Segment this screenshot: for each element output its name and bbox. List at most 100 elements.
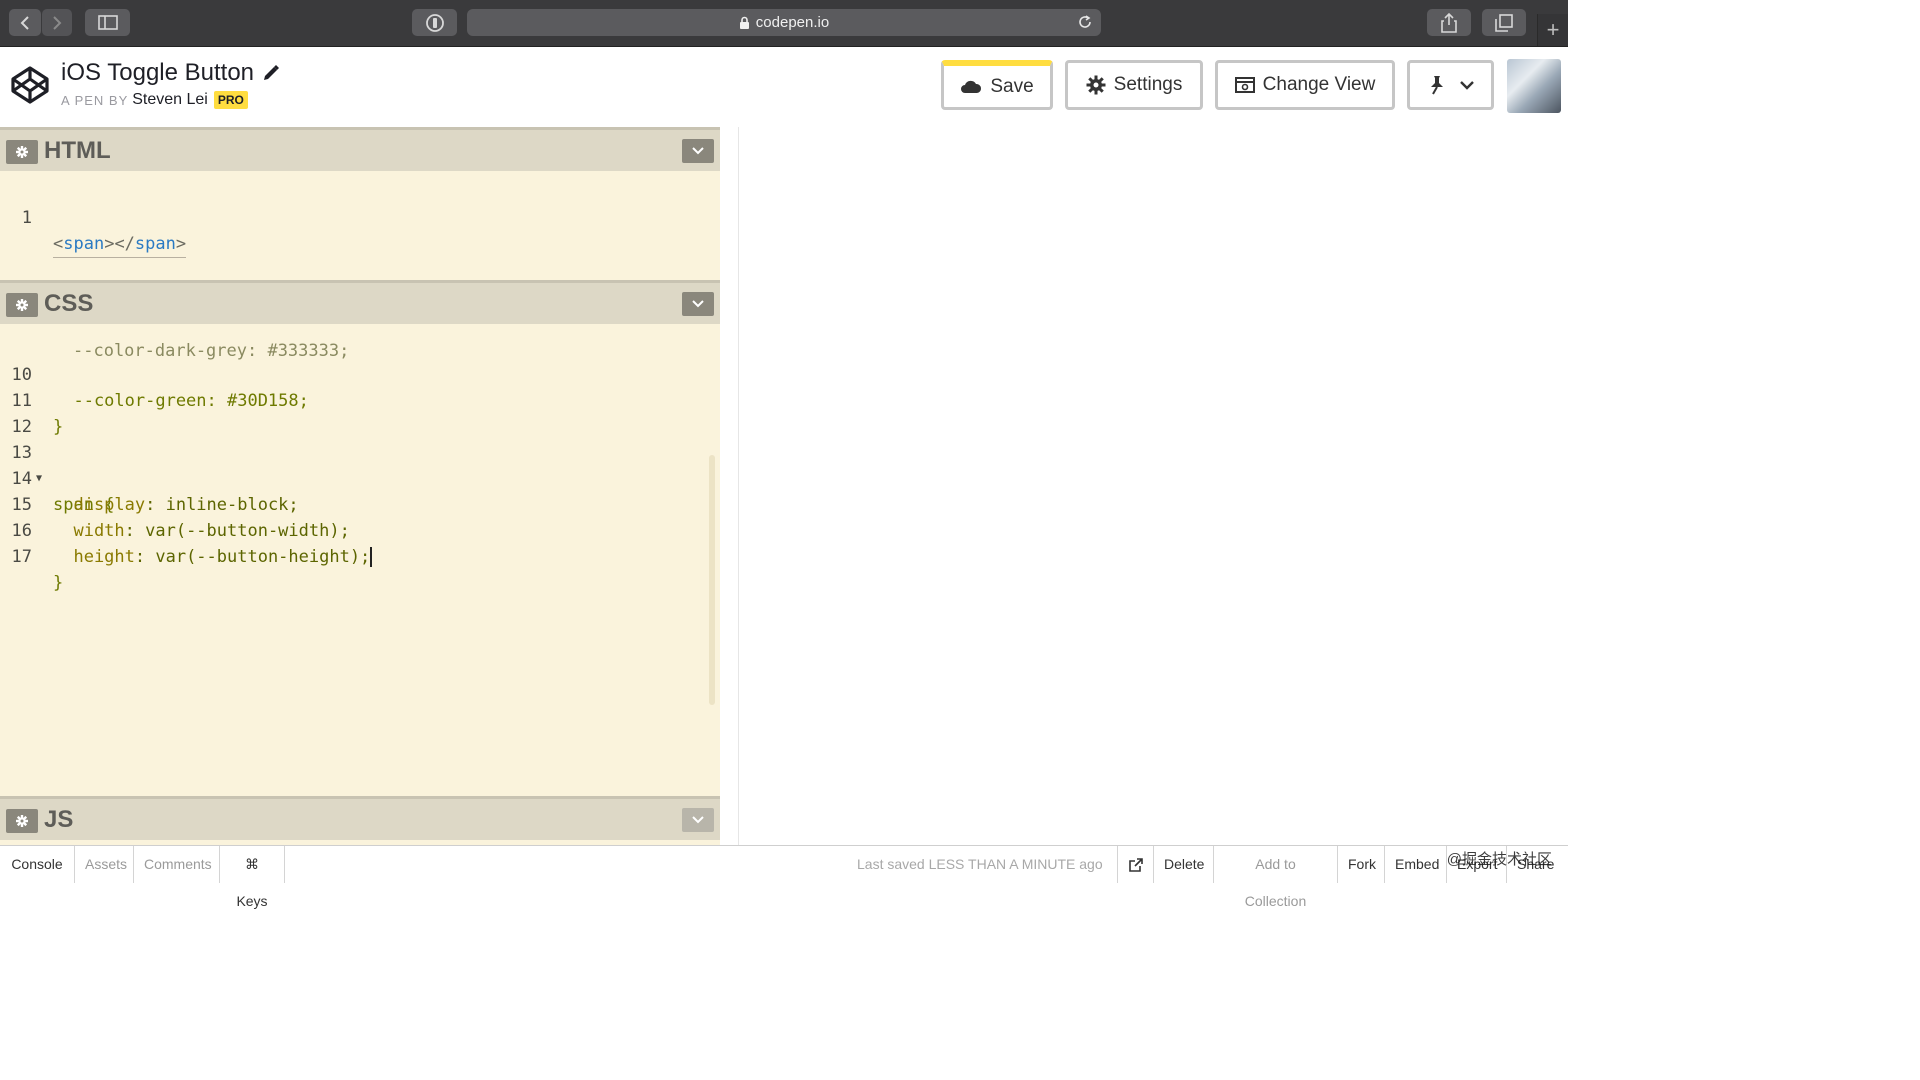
- code-text: <span></span>: [53, 231, 187, 258]
- share-button[interactable]: [1427, 9, 1471, 36]
- change-view-label: Change View: [1262, 74, 1376, 95]
- css-editor-title: CSS: [44, 290, 94, 317]
- console-button[interactable]: Console: [0, 846, 75, 883]
- add-to-collection-button[interactable]: Add to Collection: [1214, 846, 1338, 909]
- keys-button[interactable]: ⌘ Keys: [220, 846, 285, 909]
- gear-icon: [16, 815, 28, 827]
- gear-icon: [16, 146, 28, 158]
- text-cursor: [370, 547, 373, 567]
- tag-bracket: ></: [104, 234, 135, 254]
- code-text: width: var(--button-width);: [53, 518, 350, 544]
- css-code-area[interactable]: --color-dark-grey: #333333; 10 --color-g…: [0, 324, 720, 794]
- author-link[interactable]: Steven Lei: [132, 91, 208, 109]
- html-editor-title: HTML: [44, 137, 111, 164]
- css-value: : inline-block;: [145, 495, 299, 515]
- pin-dropdown-button[interactable]: [1407, 60, 1494, 110]
- code-text: height: var(--button-height);: [53, 544, 373, 570]
- html-editor-header: HTML: [0, 127, 720, 171]
- html-code-area[interactable]: 1 <span></span>: [0, 179, 720, 279]
- tabs-icon: [1495, 13, 1513, 32]
- html-settings-button[interactable]: [6, 140, 38, 164]
- pen-title[interactable]: iOS Toggle Button: [61, 59, 280, 87]
- open-external-button[interactable]: [1117, 846, 1154, 883]
- preview-pane[interactable]: [739, 127, 1568, 845]
- delete-button[interactable]: Delete: [1154, 846, 1214, 883]
- css-scrollbar[interactable]: [709, 455, 715, 705]
- pin-icon: [1430, 76, 1443, 95]
- code-text: display: inline-block;: [53, 492, 299, 518]
- url-text: codepen.io: [755, 14, 830, 31]
- forward-button[interactable]: [42, 9, 72, 36]
- gear-icon: [1086, 75, 1106, 95]
- user-avatar[interactable]: [1507, 59, 1561, 113]
- pro-badge: PRO: [213, 91, 248, 109]
- code-text: --color-green: #30D158;: [53, 391, 309, 411]
- css-property: height: [53, 547, 135, 567]
- chevron-down-icon: [1459, 81, 1474, 90]
- line-number: 1: [21, 208, 32, 228]
- password-icon: [425, 13, 444, 32]
- css-property: width: [53, 521, 125, 541]
- chevron-down-icon: [692, 816, 704, 824]
- address-bar[interactable]: codepen.io: [467, 9, 1101, 36]
- change-view-button[interactable]: Change View: [1215, 60, 1395, 110]
- code-line: 12: [0, 388, 61, 437]
- css-settings-button[interactable]: [6, 293, 38, 317]
- code-line: 15 width: var(--button-width);: [0, 466, 350, 541]
- footer-bar: Console Assets Comments ⌘ Keys Last save…: [0, 845, 1568, 909]
- css-editor-header: CSS: [0, 280, 720, 324]
- pen-header: iOS Toggle Button A PEN BY Steven Lei PR…: [0, 47, 1568, 127]
- editor-column: HTML 1 <span></span> CSS --color-dark-gr…: [0, 127, 720, 845]
- html-collapse-button[interactable]: [682, 139, 714, 163]
- save-button[interactable]: Save: [941, 60, 1053, 110]
- code-text: --color-dark-grey: #333333;: [73, 341, 350, 361]
- save-label: Save: [990, 75, 1034, 97]
- watermark-text: @掘金技术社区: [1446, 851, 1552, 868]
- layout-icon: [1234, 77, 1255, 93]
- pen-byline: A PEN BY Steven Lei PRO: [61, 91, 248, 109]
- settings-button[interactable]: Settings: [1065, 60, 1203, 110]
- tag-name: span: [63, 234, 105, 254]
- pen-by-label: A PEN BY: [61, 92, 129, 108]
- embed-button[interactable]: Embed: [1385, 846, 1447, 883]
- code-line: 1 <span></span>: [0, 179, 187, 258]
- js-collapse-button[interactable]: [682, 808, 714, 832]
- preview-resizer[interactable]: [720, 127, 739, 845]
- chevron-down-icon: [692, 300, 704, 308]
- codepen-logo-icon[interactable]: [10, 65, 50, 110]
- sidebar-button[interactable]: [85, 9, 130, 36]
- css-value: : var(--button-width);: [124, 521, 350, 541]
- code-line: 11 }: [0, 362, 64, 437]
- external-link-icon: [1128, 858, 1143, 873]
- assets-button[interactable]: Assets: [75, 846, 134, 883]
- code-line: 14 display: inline-block;: [0, 440, 299, 515]
- reload-icon[interactable]: [1077, 14, 1093, 30]
- back-button[interactable]: [9, 9, 41, 36]
- last-saved-status: Last saved LESS THAN A MINUTE ago: [857, 856, 1103, 872]
- lock-icon: [739, 16, 749, 29]
- css-value: : var(--button-height);: [134, 547, 371, 567]
- js-editor-header: JS: [0, 796, 720, 840]
- browser-toolbar: codepen.io +: [0, 0, 1568, 47]
- share-icon: [1441, 12, 1457, 33]
- css-collapse-button[interactable]: [682, 292, 714, 316]
- code-text: }: [53, 573, 64, 593]
- pencil-icon[interactable]: [262, 64, 280, 82]
- tag-name: span: [134, 234, 176, 254]
- fork-button[interactable]: Fork: [1338, 846, 1385, 883]
- line-number: 17: [11, 547, 32, 567]
- code-line: 10 --color-green: #30D158;: [0, 336, 309, 411]
- js-settings-button[interactable]: [6, 809, 38, 833]
- pen-title-text: iOS Toggle Button: [61, 59, 255, 86]
- forward-icon: [53, 15, 62, 30]
- chevron-down-icon: [692, 147, 704, 155]
- tag-bracket: >: [175, 234, 187, 254]
- code-line: 13 ▼ span {: [0, 414, 115, 515]
- cloud-icon: [961, 80, 982, 93]
- sidebar-icon: [97, 15, 118, 30]
- tabs-overview-button[interactable]: [1482, 9, 1526, 36]
- comments-button[interactable]: Comments: [134, 846, 220, 883]
- new-tab-icon[interactable]: +: [1537, 14, 1568, 46]
- password-button[interactable]: [412, 9, 457, 36]
- js-editor-title: JS: [44, 806, 74, 833]
